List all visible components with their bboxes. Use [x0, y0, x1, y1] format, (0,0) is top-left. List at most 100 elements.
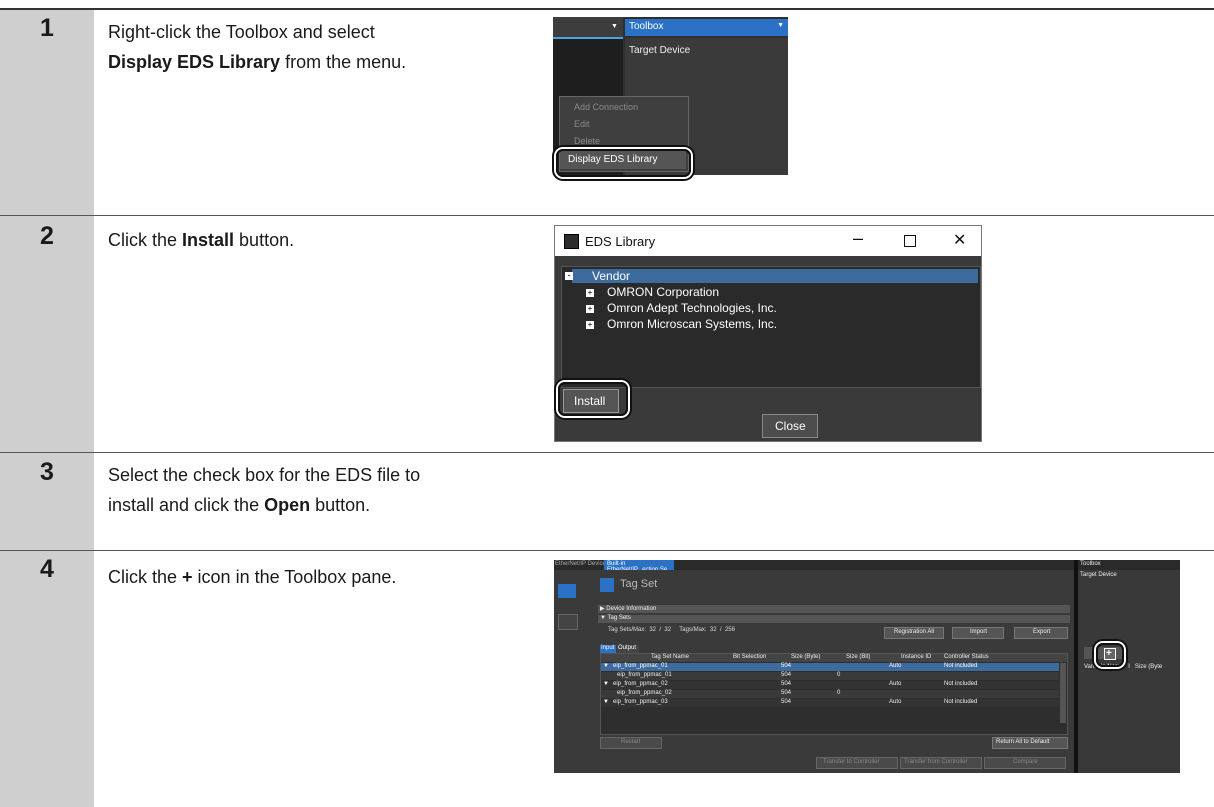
button-label: Registration All	[894, 629, 935, 635]
menu-item-edit[interactable]: Edit	[574, 119, 590, 129]
close-icon[interactable]: ✕	[953, 230, 966, 250]
tag-set-name: eip_from_ppmac_01	[613, 663, 668, 669]
app-icon	[564, 234, 579, 249]
collapse-icon[interactable]: -	[565, 271, 573, 280]
instruction-bold: Display EDS Library	[108, 52, 281, 72]
instruction-bold: Open	[264, 495, 311, 515]
table-row[interactable]: ▼ eip_from_ppmac_02 504 Auto Not include…	[601, 681, 1059, 689]
vendor-item[interactable]: Omron Adept Technologies, Inc.	[607, 301, 777, 315]
column-header: Tag Set Name	[651, 654, 690, 660]
tab-input[interactable]: Input	[600, 645, 616, 653]
step-instruction: Right-click the Toolbox and select Displ…	[108, 17, 406, 77]
export-button[interactable]: Export	[1014, 627, 1068, 639]
dropdown-arrow-icon[interactable]: ▼	[777, 22, 784, 29]
instance-id: Auto	[889, 699, 902, 705]
highlight-callout	[558, 382, 628, 416]
expand-icon[interactable]: +	[586, 321, 594, 329]
size-bit: 0	[837, 690, 841, 696]
instruction-text: Click the	[108, 567, 183, 587]
step-instruction: Click the Install button.	[108, 225, 294, 255]
button-label: Compare	[1013, 759, 1038, 765]
tag-set-name: eip_from_ppmac_02	[613, 681, 668, 687]
close-button[interactable]: Close	[762, 414, 818, 438]
instance-id: Auto	[889, 681, 902, 687]
section-tag-sets[interactable]: ▼ Tag Sets	[598, 615, 1070, 623]
size-byte: 504	[781, 699, 792, 705]
size-byte: 504	[781, 690, 792, 696]
step-column	[0, 10, 94, 807]
section-label: ▶ Device Information	[600, 606, 657, 612]
tag-set-name: eip_from_ppmac_01	[617, 672, 672, 678]
table-row[interactable]: ▼ eip_from_ppmac_01 504 Auto Not include…	[601, 663, 1059, 671]
tab-builtin[interactable]: Built-in EtherNet/IP...ection Se...	[604, 560, 674, 573]
step-number: 2	[40, 222, 54, 250]
column-header: Bit Selection	[733, 654, 767, 660]
step-instruction: Click the + icon in the Toolbox pane.	[108, 562, 396, 592]
instruction-text: Right-click the Toolbox and select	[108, 22, 375, 42]
minimize-icon[interactable]: –	[853, 228, 863, 249]
tree-view-icon[interactable]	[558, 614, 578, 630]
size-byte: 504	[781, 663, 792, 669]
instruction-bold: +	[182, 567, 193, 587]
section-device-info[interactable]: ▶ Device Information	[598, 605, 1070, 613]
expand-icon[interactable]: ▼	[603, 663, 609, 669]
tag-set-table: Tag Set Name Bit Selection Size (Byte) S…	[600, 653, 1068, 735]
vendor-item[interactable]: Omron Microscan Systems, Inc.	[607, 317, 777, 331]
controller-status: Not included	[944, 663, 978, 669]
tab-output[interactable]: Output	[617, 645, 639, 653]
table-row[interactable]: ▼ eip_from_ppmac_03 504 Auto Not include…	[601, 699, 1059, 707]
size-bit: 0	[837, 672, 841, 678]
tag-counts: Tag Sets/Max: 32 / 32 Tags/Max: 32 / 256	[608, 627, 735, 633]
expand-icon[interactable]: +	[586, 289, 594, 297]
transfer-from-button[interactable]: Transfer from Controller	[900, 757, 982, 769]
controller-status: Not included	[944, 681, 978, 687]
maximize-icon[interactable]	[904, 235, 916, 247]
highlight-callout	[1096, 643, 1124, 667]
highlight-callout	[556, 149, 691, 177]
tree-root-row[interactable]	[572, 269, 978, 283]
table-row[interactable]: eip_from_ppmac_02 504 0	[601, 690, 1059, 698]
step-instruction: Select the check box for the EDS file to…	[108, 460, 420, 520]
scrollbar[interactable]	[1060, 663, 1066, 723]
view-icon[interactable]	[558, 584, 576, 598]
step-number: 4	[40, 555, 54, 583]
tab-bar: EtherNet/IP Device List Built-in EtherNe…	[554, 560, 1074, 573]
menu-item-delete[interactable]: Delete	[574, 136, 600, 146]
button-label: Restart	[621, 739, 641, 745]
tag-set-icon	[600, 578, 614, 592]
expand-icon[interactable]: +	[586, 305, 594, 313]
menu-item-add-connection[interactable]: Add Connection	[574, 102, 638, 112]
row-divider	[0, 550, 1214, 551]
instruction-text: install and click the	[108, 495, 265, 515]
vendor-item[interactable]: OMRON Corporation	[607, 285, 719, 299]
return-all-button[interactable]: Return All to Default	[992, 737, 1068, 749]
target-device-label: Target Device	[629, 45, 691, 56]
row-divider	[0, 215, 1214, 216]
compare-button[interactable]: Compare	[984, 757, 1066, 769]
import-button[interactable]: Import	[952, 627, 1004, 639]
registration-all-button[interactable]: Registration All	[884, 627, 944, 639]
step-number: 1	[40, 14, 54, 42]
size-byte: 504	[781, 672, 792, 678]
toolbox-title: Toolbox	[629, 21, 664, 32]
table-row[interactable]: eip_from_ppmac_01 504 0	[601, 672, 1059, 680]
toolbox-title: Toolbox	[1080, 561, 1101, 567]
page-title: Tag Set	[620, 578, 658, 590]
window-title: EDS Library	[585, 234, 656, 249]
instruction-text: button.	[234, 230, 295, 250]
variable-header: Variable Name I Size (Byte	[1084, 664, 1163, 670]
button-label: Transfer from Controller	[904, 759, 968, 765]
top-rule	[0, 8, 1214, 10]
tab-label: Output	[618, 645, 637, 651]
expand-icon[interactable]: ▼	[603, 681, 609, 687]
button-label: Transfer to Controller	[823, 759, 880, 765]
tag-set-name: eip_from_ppmac_03	[613, 699, 668, 705]
restart-button[interactable]: Restart	[600, 737, 662, 749]
row-divider	[0, 452, 1214, 453]
toolbox-header: Toolbox	[1078, 560, 1180, 570]
expand-icon[interactable]: ▼	[603, 699, 609, 705]
instruction-text: icon in the Toolbox pane.	[192, 567, 397, 587]
transfer-to-button[interactable]: Transfer to Controller	[816, 757, 898, 769]
dropdown-arrow-icon: ▼	[611, 23, 618, 30]
instance-id: Auto	[889, 663, 902, 669]
